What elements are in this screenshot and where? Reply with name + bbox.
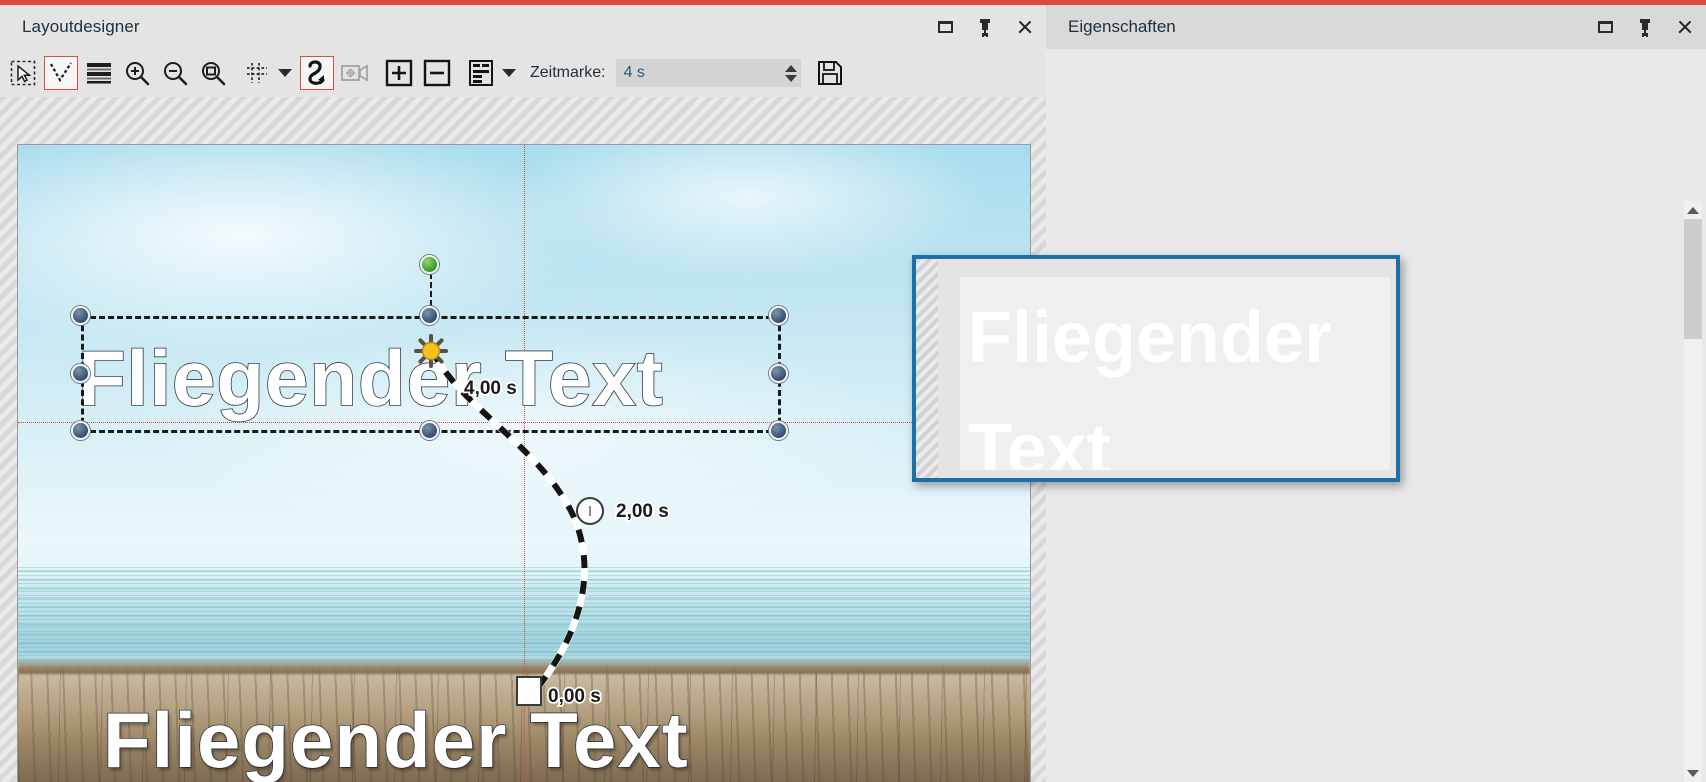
- properties-title: Eigenschaften: [1068, 17, 1176, 37]
- canvas-text-bottom[interactable]: Fliegender Text: [103, 695, 689, 782]
- minus-box-icon[interactable]: [420, 56, 454, 90]
- scroll-thumb[interactable]: [1684, 219, 1702, 339]
- resize-handle-bl[interactable]: [71, 421, 90, 440]
- keyframe-time-4s: 4,00 s: [464, 378, 517, 400]
- layoutdesigner-window: Layoutdesigner: [0, 5, 1046, 777]
- pin-icon[interactable]: [1634, 16, 1656, 38]
- properties-window-controls: [1594, 16, 1696, 38]
- layoutdesigner-window-controls: [934, 16, 1036, 38]
- align-list-icon[interactable]: [464, 56, 498, 90]
- align-list-dropdown-caret[interactable]: [502, 69, 516, 77]
- text-preview-overlay[interactable]: Fliegender Text: [912, 255, 1400, 482]
- close-icon[interactable]: [1674, 16, 1696, 38]
- restore-icon[interactable]: [1594, 16, 1616, 38]
- restore-icon[interactable]: [934, 16, 956, 38]
- overlay-preview-text: Fliegender Text: [968, 283, 1332, 470]
- resize-handle-tl[interactable]: [71, 306, 90, 325]
- keyframe-time-0s: 0,00 s: [548, 686, 601, 708]
- keyframe-marker-2s[interactable]: [576, 497, 604, 525]
- overlay-hatch-strip: [916, 259, 938, 478]
- grid-dropdown-caret[interactable]: [278, 69, 292, 77]
- pin-icon[interactable]: [974, 16, 996, 38]
- resize-handle-mr[interactable]: [769, 364, 788, 383]
- grid-icon[interactable]: [240, 56, 274, 90]
- curve-icon[interactable]: [300, 56, 334, 90]
- app-root: Layoutdesigner: [0, 0, 1706, 777]
- selection-arrow-icon[interactable]: [6, 56, 40, 90]
- resize-handle-bc[interactable]: [420, 421, 439, 440]
- keyframe-marker-0s[interactable]: [516, 676, 542, 706]
- zoom-fit-icon[interactable]: [196, 56, 230, 90]
- rotation-handle[interactable]: [420, 255, 439, 274]
- keyframe-time-2s: 2,00 s: [616, 501, 669, 523]
- properties-titlebar: Eigenschaften: [1046, 5, 1706, 49]
- camera-move-icon[interactable]: [338, 56, 372, 90]
- canvas-area: Fliegender Text Fliegender Text: [0, 97, 1046, 782]
- layoutdesigner-title: Layoutdesigner: [22, 17, 140, 37]
- timemark-stepper[interactable]: [781, 59, 801, 87]
- design-stage[interactable]: Fliegender Text Fliegender Text: [18, 145, 1030, 782]
- layoutdesigner-titlebar: Layoutdesigner: [0, 5, 1046, 49]
- scroll-down-arrow[interactable]: [1684, 764, 1702, 782]
- resize-handle-tr[interactable]: [769, 306, 788, 325]
- zoom-in-icon[interactable]: [120, 56, 154, 90]
- close-icon[interactable]: [1014, 16, 1036, 38]
- overlay-preview-line2: Text: [968, 395, 1332, 470]
- resize-handle-tc[interactable]: [420, 306, 439, 325]
- resize-handle-br[interactable]: [769, 421, 788, 440]
- overlay-preview-surface: Fliegender Text: [960, 277, 1390, 470]
- save-icon[interactable]: [813, 56, 847, 90]
- resize-handle-ml[interactable]: [71, 364, 90, 383]
- overlay-preview-line1: Fliegender: [968, 283, 1332, 395]
- zoom-out-icon[interactable]: [158, 56, 192, 90]
- timemark-label: Zeitmarke:: [530, 64, 606, 82]
- scroll-up-arrow[interactable]: [1684, 201, 1702, 219]
- keyframe-marker-4s[interactable]: [414, 334, 448, 368]
- properties-scrollbar[interactable]: [1684, 201, 1702, 782]
- layoutdesigner-toolbar: Zeitmarke: 4 s: [0, 49, 1046, 97]
- timemark-input[interactable]: 4 s: [616, 59, 781, 87]
- plus-box-icon[interactable]: [382, 56, 416, 90]
- layers-icon[interactable]: [82, 56, 116, 90]
- motion-path-icon[interactable]: [44, 56, 78, 90]
